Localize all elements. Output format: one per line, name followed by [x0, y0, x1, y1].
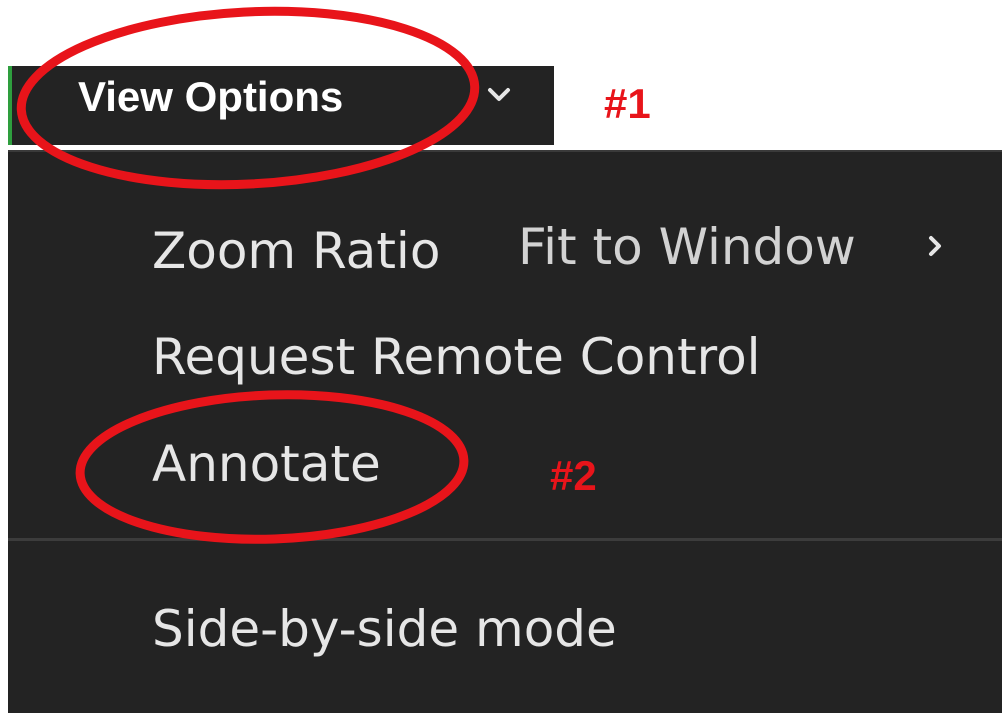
annotation-circle-annotate [75, 390, 469, 544]
annotation-circle-view-options [16, 6, 480, 190]
annotation-overlay [16, 6, 480, 544]
